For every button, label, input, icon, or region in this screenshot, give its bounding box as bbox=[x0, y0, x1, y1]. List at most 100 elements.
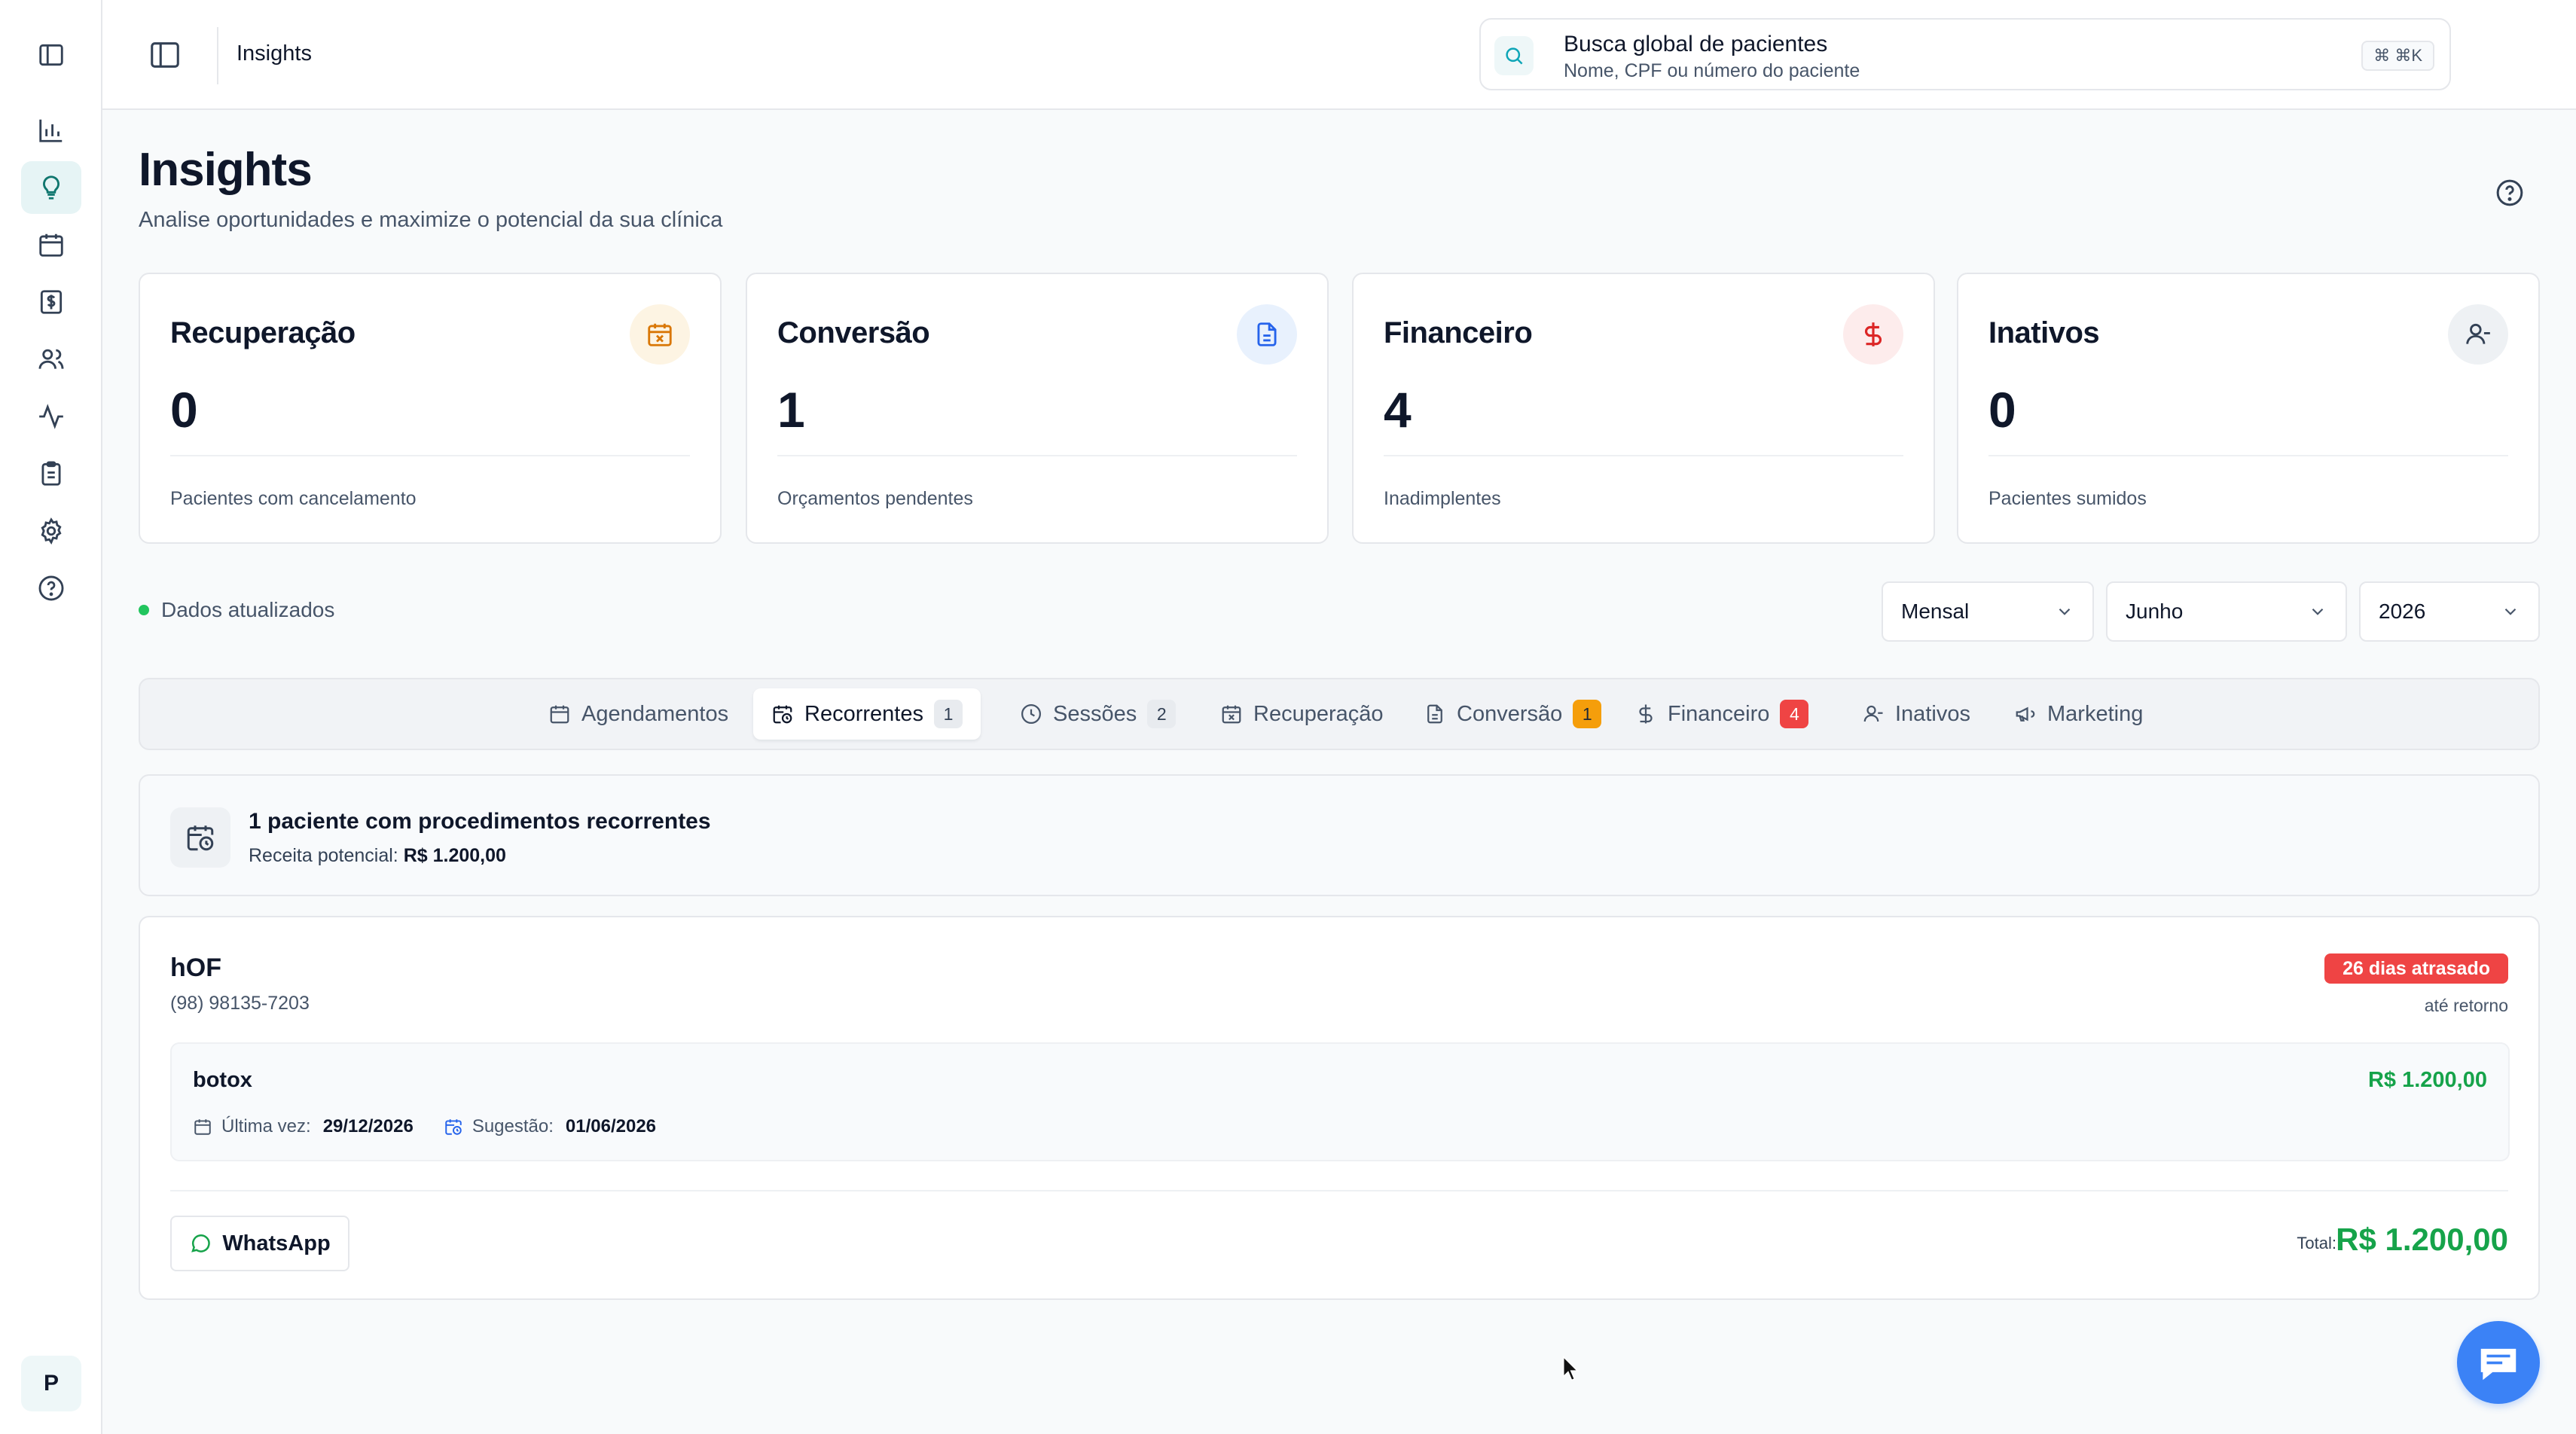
sidebar-item-insights[interactable] bbox=[21, 161, 81, 214]
user-minus-icon bbox=[1863, 705, 1883, 722]
summary-revenue: Receita potencial: R$ 1.200,00 bbox=[249, 845, 506, 867]
document-icon bbox=[1237, 304, 1297, 365]
revenue-label: Receita potencial: bbox=[249, 845, 398, 866]
tab-financeiro[interactable]: Financeiro 4 bbox=[1616, 688, 1827, 740]
help-button[interactable] bbox=[2495, 178, 2525, 208]
divider bbox=[1384, 455, 1903, 456]
card-conversao[interactable]: Conversão 1 Orçamentos pendentes bbox=[746, 273, 1329, 544]
period-select-value: Mensal bbox=[1901, 600, 1970, 623]
sidebar-item-agenda[interactable] bbox=[21, 218, 81, 271]
chevron-down-icon bbox=[2059, 608, 2071, 615]
activity-icon bbox=[39, 404, 63, 429]
user-minus-icon bbox=[2448, 304, 2508, 365]
users-icon bbox=[38, 349, 64, 369]
chevron-down-icon bbox=[2504, 608, 2516, 615]
divider bbox=[777, 455, 1297, 456]
calendar-x-icon bbox=[630, 304, 690, 365]
card-value: 4 bbox=[1384, 382, 1412, 438]
sidebar-toggle-button[interactable] bbox=[21, 29, 81, 81]
card-recuperacao[interactable]: Recuperação 0 Pacientes com cancelamento bbox=[139, 273, 722, 544]
tab-marketing[interactable]: Marketing bbox=[1996, 688, 2161, 740]
total-label: Total: bbox=[2297, 1234, 2336, 1252]
tab-label: Recuperação bbox=[1253, 701, 1384, 726]
sidebar-item-financeiro[interactable] bbox=[21, 276, 81, 328]
card-value: 1 bbox=[777, 382, 805, 438]
sidebar-item-configuracoes[interactable] bbox=[21, 505, 81, 557]
data-status: Dados atualizados bbox=[139, 598, 334, 622]
tab-inativos[interactable]: Inativos bbox=[1844, 688, 1988, 740]
chat-bubble-icon bbox=[2480, 1348, 2516, 1381]
global-search[interactable]: Busca global de pacientes Nome, CPF ou n… bbox=[1479, 18, 2451, 90]
procedure-item: botox R$ 1.200,00 Última vez: 29/12/2026… bbox=[170, 1042, 2510, 1161]
period-select[interactable]: Mensal bbox=[1882, 581, 2094, 642]
panel-toggle-icon bbox=[151, 42, 179, 68]
document-icon bbox=[1427, 704, 1442, 724]
tab-label: Sessões bbox=[1053, 701, 1137, 726]
card-title: Conversão bbox=[777, 316, 930, 349]
tab-recorrentes[interactable]: Recorrentes 1 bbox=[753, 688, 981, 740]
sidebar-item-atividade[interactable] bbox=[21, 390, 81, 443]
user-avatar[interactable]: P bbox=[21, 1356, 81, 1411]
tab-label: Inativos bbox=[1895, 701, 1970, 726]
search-icon bbox=[1494, 36, 1534, 75]
year-select-value: 2026 bbox=[2379, 600, 2426, 623]
sidebar-item-ajuda[interactable] bbox=[21, 562, 81, 615]
tab-agendamentos[interactable]: Agendamentos bbox=[530, 688, 746, 740]
last-visit-value: 29/12/2026 bbox=[322, 1116, 414, 1137]
card-title: Recuperação bbox=[170, 316, 356, 349]
divider bbox=[217, 27, 218, 84]
calendar-icon bbox=[550, 705, 569, 724]
card-value: 0 bbox=[1988, 382, 2016, 438]
sidebar-item-procedimentos[interactable] bbox=[21, 447, 81, 500]
tab-sessoes[interactable]: Sessões 2 bbox=[1002, 688, 1194, 740]
procedure-price: R$ 1.200,00 bbox=[2367, 1068, 2487, 1092]
help-circle-icon bbox=[2496, 179, 2523, 206]
suggestion-value: 01/06/2026 bbox=[565, 1116, 657, 1137]
tab-badge: 2 bbox=[1147, 700, 1177, 728]
gear-icon bbox=[41, 517, 62, 545]
tab-conversao[interactable]: Conversão 1 bbox=[1406, 688, 1619, 740]
card-caption: Pacientes sumidos bbox=[1988, 488, 2147, 509]
patient-phone: (98) 98135-7203 bbox=[170, 993, 310, 1014]
page-subtitle: Analise oportunidades e maximize o poten… bbox=[139, 208, 723, 232]
card-inativos[interactable]: Inativos 0 Pacientes sumidos bbox=[1957, 273, 2540, 544]
procedure-dates: Última vez: 29/12/2026 Sugestão: 01/06/2… bbox=[193, 1116, 686, 1137]
tab-label: Conversão bbox=[1457, 701, 1563, 726]
whatsapp-button[interactable]: WhatsApp bbox=[170, 1216, 349, 1271]
tab-label: Recorrentes bbox=[804, 701, 923, 726]
keyboard-shortcut: ⌘ ⌘K bbox=[2361, 41, 2434, 71]
panel-toggle-button[interactable] bbox=[148, 38, 182, 72]
year-select[interactable]: 2026 bbox=[2359, 581, 2540, 642]
tab-badge: 4 bbox=[1780, 700, 1809, 728]
status-dot bbox=[139, 605, 149, 615]
patient-name: hOF bbox=[170, 953, 221, 982]
card-caption: Inadimplentes bbox=[1384, 488, 1501, 509]
clock-icon bbox=[1021, 704, 1041, 724]
sidebar-item-pacientes[interactable] bbox=[21, 333, 81, 386]
month-select[interactable]: Junho bbox=[2106, 581, 2347, 642]
summary-title: 1 paciente com procedimentos recorrentes bbox=[249, 809, 711, 834]
tab-label: Agendamentos bbox=[581, 701, 729, 726]
divider bbox=[170, 455, 690, 456]
card-financeiro[interactable]: Financeiro 4 Inadimplentes bbox=[1352, 273, 1935, 544]
card-title: Inativos bbox=[1988, 316, 2100, 349]
sidebar-item-dashboard[interactable] bbox=[21, 104, 81, 157]
procedure-name: botox bbox=[193, 1068, 252, 1092]
whatsapp-icon bbox=[191, 1234, 210, 1252]
status-badge: 26 dias atrasado bbox=[2324, 953, 2508, 984]
dollar-icon bbox=[1843, 304, 1903, 365]
recurring-summary: 1 paciente com procedimentos recorrentes… bbox=[139, 774, 2540, 896]
tab-recuperacao[interactable]: Recuperação bbox=[1202, 688, 1402, 740]
mouse-cursor-icon bbox=[1562, 1356, 1579, 1381]
calendar-x-icon bbox=[1222, 705, 1241, 724]
clipboard-icon bbox=[41, 461, 61, 486]
calendar-icon bbox=[39, 233, 63, 257]
whatsapp-label: WhatsApp bbox=[222, 1231, 331, 1256]
top-bar: Insights Busca global de pacientes Nome,… bbox=[102, 0, 2576, 110]
help-circle-icon bbox=[38, 575, 64, 601]
insights-tabs: Agendamentos Recorrentes 1 Sessões 2 Rec… bbox=[139, 678, 2540, 750]
search-title: Busca global de pacientes bbox=[1564, 32, 1828, 56]
tab-badge: 1 bbox=[1573, 700, 1602, 728]
chat-button[interactable] bbox=[2457, 1321, 2540, 1404]
divider bbox=[170, 1190, 2508, 1191]
